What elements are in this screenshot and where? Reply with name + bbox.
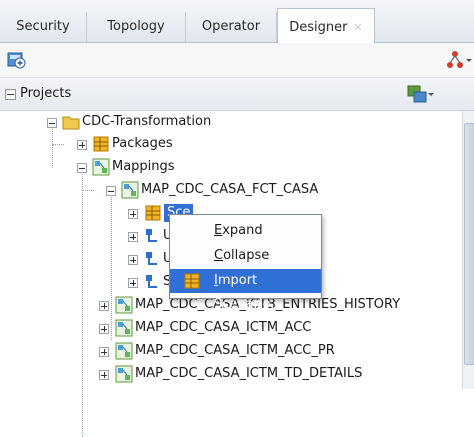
tree-node-mappings[interactable]: Mappings [0,156,460,178]
collapse-toggle-icon[interactable] [5,89,16,100]
panel-title: Projects [20,86,72,101]
connect-navigator-icon[interactable] [7,50,27,70]
tree-node-project[interactable]: CDC-Transformation [0,111,460,133]
mapping-icon [115,296,133,314]
flow-icon [146,275,157,288]
flow-icon [146,229,157,242]
node-label: MAP_CDC_CASA_ICTM_ACC [135,320,312,335]
tab-label: Security [16,19,70,34]
tab-label: Designer [289,20,348,35]
packages-icon [93,136,109,152]
tree-node-packages[interactable]: Packages [0,133,460,155]
collapse-node-icon[interactable] [106,186,116,196]
scenarios-icon [145,205,161,221]
mnemonic: E [214,223,223,238]
expand-node-icon[interactable] [128,232,138,242]
expand-node-icon[interactable] [128,255,138,265]
tab-label: Topology [107,19,165,34]
menu-item-collapse[interactable]: Collapse [170,244,321,268]
mappings-icon [92,158,110,176]
tree-node-mapping[interactable]: MAP_CDC_CASA_ICTM_ACC [0,317,460,339]
label-rest: xpand [222,223,263,238]
hierarchy-menu-icon[interactable] [446,50,472,70]
mapping-icon [115,342,133,360]
projects-accordion-header[interactable]: Projects [0,78,474,111]
mnemonic: C [214,248,224,263]
expand-node-icon[interactable] [99,324,109,334]
expand-node-icon[interactable] [128,209,138,219]
node-label: MAP_CDC_CASA_ICTM_ACC_PR [135,343,335,358]
expand-node-icon[interactable] [99,301,109,311]
expand-node-icon[interactable] [99,370,109,380]
tab-designer[interactable]: Designer ✕ [277,8,375,44]
context-menu: Expand Collapse Import Scenario... [169,214,322,312]
mapping-icon [115,365,133,383]
tab-topology[interactable]: Topology [87,12,186,42]
tab-bar: Security Topology Operator Designer ✕ [0,0,474,44]
collapse-node-icon[interactable] [77,163,87,173]
tab-security[interactable]: Security [0,12,87,42]
node-label: MAP_CDC_CASA_FCT_CASA [141,182,319,197]
project-options-icon[interactable] [406,84,434,104]
expand-node-icon[interactable] [99,347,109,357]
label-rest: mport Scenario... [214,273,283,312]
close-icon[interactable]: ✕ [354,21,363,34]
menu-item-import-scenario[interactable]: Import Scenario... [170,269,321,312]
folder-icon [62,116,80,130]
menu-item-label: Import Scenario... [214,269,321,317]
menu-item-label: Collapse [214,244,269,268]
tab-operator[interactable]: Operator [186,12,277,42]
node-label: Mappings [112,159,175,174]
tree-scrollbar[interactable] [462,111,474,389]
toolbar [0,43,474,78]
node-label: CDC-Transformation [82,114,212,129]
tree-node-mapping[interactable]: MAP_CDC_CASA_ICTM_TD_DETAILS [0,363,460,385]
flow-icon [146,252,157,265]
mapping-icon [115,319,133,337]
tab-label: Operator [201,19,261,34]
node-label: Packages [112,136,173,151]
import-scenario-icon [184,273,200,289]
scrollbar-thumb[interactable] [464,123,474,365]
label-rest: ollapse [223,248,270,263]
tree-node-mapping[interactable]: MAP_CDC_CASA_FCT_CASA [0,179,460,201]
mapping-icon [121,181,139,199]
menu-item-label: Expand [214,219,263,243]
tree-node-mapping[interactable]: MAP_CDC_CASA_ICTM_ACC_PR [0,340,460,362]
expand-node-icon[interactable] [77,140,87,150]
expand-node-icon[interactable] [128,278,138,288]
menu-item-expand[interactable]: Expand [170,219,321,243]
node-label: MAP_CDC_CASA_ICTM_TD_DETAILS [135,366,363,381]
collapse-node-icon[interactable] [47,118,57,128]
